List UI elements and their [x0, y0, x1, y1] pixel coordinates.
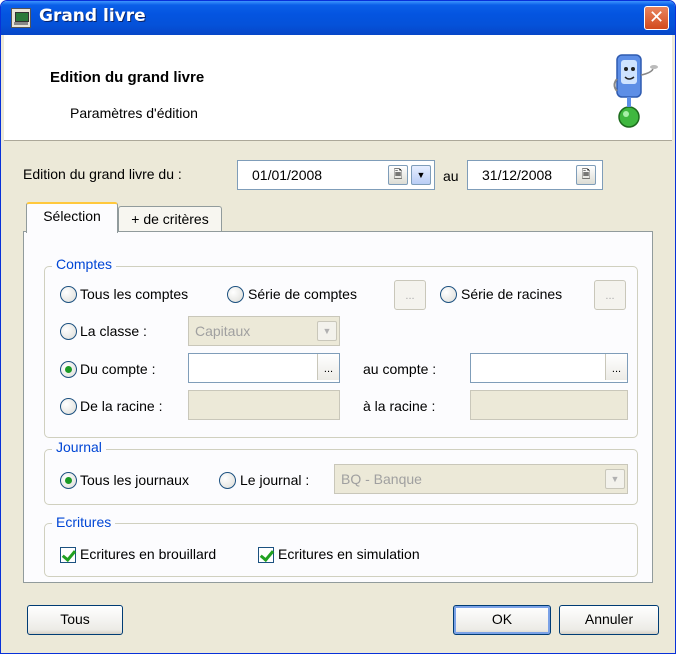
radio-serie-de-comptes[interactable]	[227, 286, 244, 303]
le-journal-label: Le journal :	[240, 472, 310, 488]
date-from-dropdown-button[interactable]: ▼	[411, 165, 431, 185]
au-compte-browse-button[interactable]: ...	[605, 354, 627, 380]
ecritures-group-title: Ecritures	[52, 514, 116, 530]
header-title: Edition du grand livre	[50, 69, 205, 86]
serie-de-racines-label: Série de racines	[461, 286, 563, 302]
journal-group-title: Journal	[52, 439, 106, 455]
calendar-icon: 🗎	[581, 169, 591, 181]
window-title: Grand livre	[39, 6, 146, 26]
title-bar[interactable]: Grand livre ✕	[1, 1, 675, 35]
ledger-app-icon	[11, 8, 31, 28]
radio-de-la-racine[interactable]	[60, 398, 77, 415]
date-from-label: Edition du grand livre du :	[23, 166, 182, 182]
dialog-window: Grand livre ✕ Edition du grand livre Par…	[0, 0, 676, 654]
brouillard-label: Ecritures en brouillard	[80, 546, 217, 562]
header-subtitle: Paramètres d'édition	[70, 105, 198, 121]
a-la-racine-input[interactable]	[470, 390, 628, 420]
checkbox-brouillard[interactable]	[60, 547, 76, 563]
de-la-racine-input[interactable]	[188, 390, 340, 420]
radio-du-compte[interactable]	[60, 361, 77, 378]
tous-button-label: Tous	[60, 611, 90, 627]
du-compte-label: Du compte :	[80, 361, 156, 377]
close-button[interactable]: ✕	[644, 6, 669, 30]
ok-button[interactable]: OK	[453, 605, 551, 635]
simulation-label: Ecritures en simulation	[278, 546, 420, 562]
tab-panel-selection: Comptes Tous les comptes Série de compte…	[23, 231, 653, 583]
tab-selection-label: Sélection	[43, 208, 101, 224]
journal-dropdown-button[interactable]: ▼	[605, 469, 625, 489]
journal-select-value: BQ - Banque	[341, 471, 422, 487]
classe-dropdown-button[interactable]: ▼	[317, 321, 337, 341]
radio-tous-les-comptes[interactable]	[60, 286, 77, 303]
serie-de-comptes-browse-button[interactable]: ...	[394, 280, 426, 310]
radio-serie-de-racines[interactable]	[440, 286, 457, 303]
assistant-mascot-icon	[613, 54, 658, 128]
checkbox-simulation[interactable]	[258, 547, 274, 563]
tous-button[interactable]: Tous	[27, 605, 123, 635]
annuler-button[interactable]: Annuler	[559, 605, 659, 635]
tab-plus-criteres-label: + de critères	[131, 211, 209, 227]
dialog-header: Edition du grand livre Paramètres d'édit…	[4, 35, 672, 141]
date-to-value: 31/12/2008	[482, 167, 553, 183]
radio-le-journal[interactable]	[219, 472, 236, 489]
chevron-down-icon: ▼	[416, 170, 426, 180]
a-la-racine-label: à la racine :	[363, 398, 436, 414]
date-from-value: 01/01/2008	[252, 167, 323, 183]
date-to-label: au	[443, 168, 459, 184]
date-from-calendar-button[interactable]: 🗎	[388, 165, 408, 185]
de-la-racine-label: De la racine :	[80, 398, 163, 414]
la-classe-label: La classe :	[80, 323, 147, 339]
journal-select[interactable]: BQ - Banque	[334, 464, 628, 494]
annuler-button-label: Annuler	[584, 611, 634, 627]
ok-button-label: OK	[491, 611, 513, 627]
du-compte-browse-button[interactable]: ...	[317, 354, 339, 380]
chevron-down-icon: ▼	[610, 474, 620, 484]
chevron-down-icon: ▼	[322, 326, 332, 336]
serie-de-racines-browse-button[interactable]: ...	[594, 280, 626, 310]
tab-selection[interactable]: Sélection	[26, 202, 118, 233]
tab-plus-criteres[interactable]: + de critères	[118, 206, 222, 233]
comptes-group-title: Comptes	[52, 256, 117, 272]
serie-de-comptes-label: Série de comptes	[248, 286, 357, 302]
close-icon: ✕	[648, 7, 665, 28]
tous-les-journaux-label: Tous les journaux	[80, 472, 189, 488]
tous-les-comptes-label: Tous les comptes	[80, 286, 189, 302]
au-compte-label: au compte :	[363, 361, 437, 377]
radio-la-classe[interactable]	[60, 323, 77, 340]
date-to-calendar-button[interactable]: 🗎	[576, 165, 596, 185]
classe-select-value: Capitaux	[195, 323, 251, 339]
radio-tous-les-journaux[interactable]	[60, 472, 77, 489]
calendar-icon: 🗎	[393, 169, 403, 181]
